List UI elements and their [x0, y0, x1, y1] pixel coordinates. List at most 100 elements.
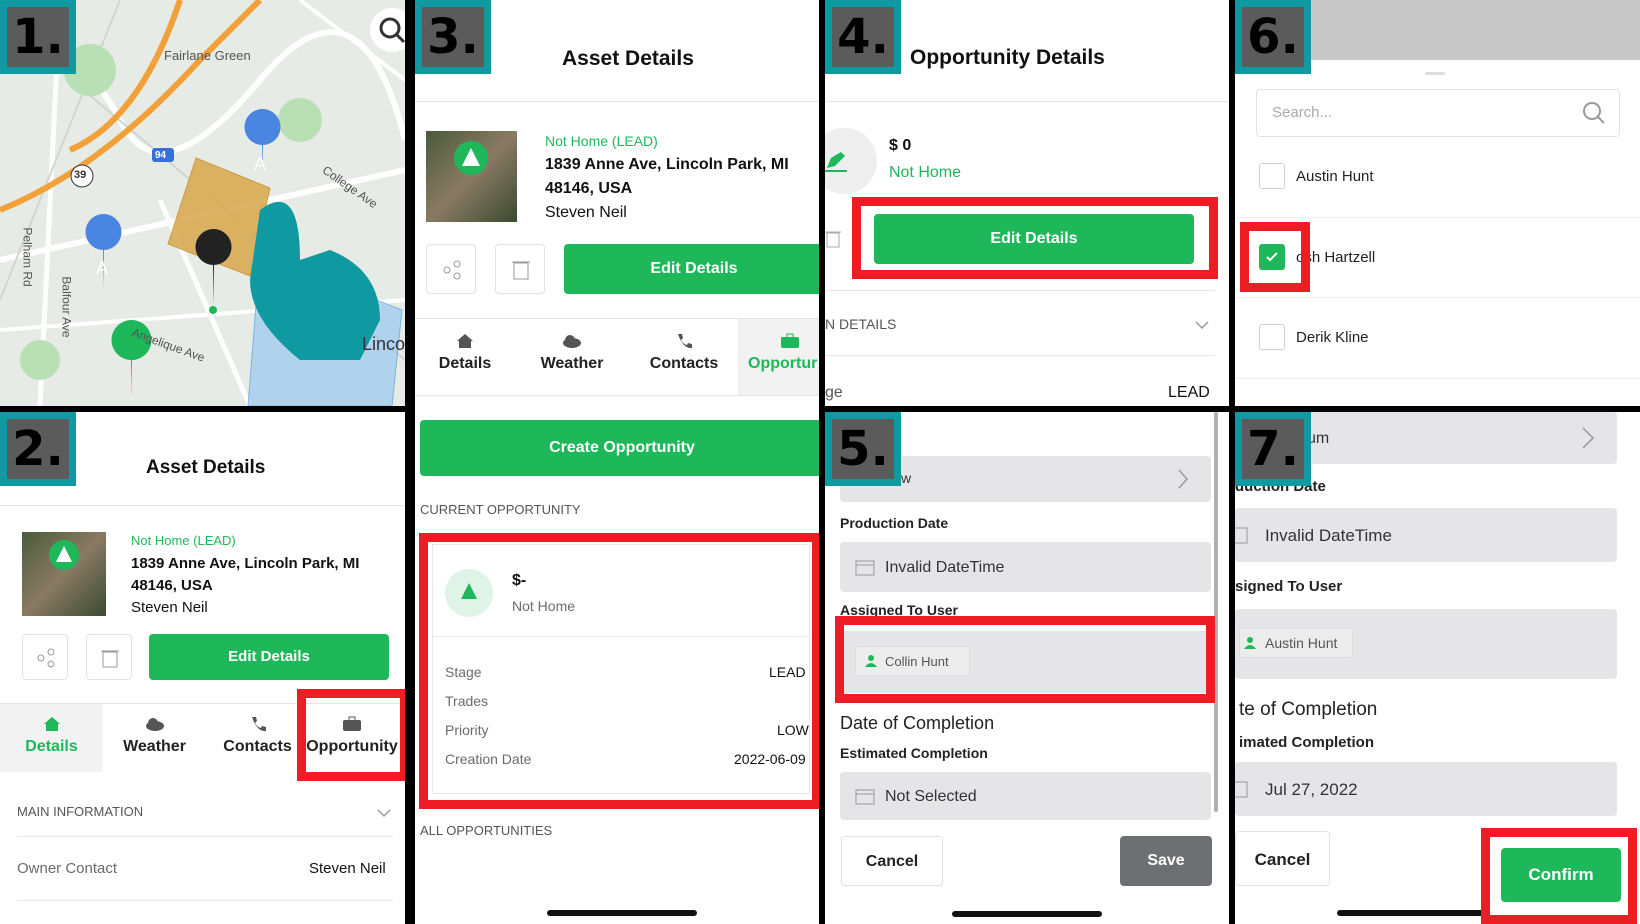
- assigned-to-user-label-partial: signed To User: [1235, 578, 1343, 595]
- cloud-icon: [145, 718, 164, 731]
- calendar-icon: [855, 560, 875, 576]
- estimated-completion-value: Jul 27, 2022: [1265, 780, 1358, 799]
- edit-icon: [825, 152, 847, 172]
- production-date-label: Production Date: [840, 515, 949, 531]
- chevron-down-icon[interactable]: [1194, 320, 1210, 330]
- tab-opportunity[interactable]: Opportur: [748, 333, 819, 373]
- page-title: Asset Details: [146, 457, 266, 478]
- highlight-assigned-user: [835, 616, 1215, 703]
- estimated-completion-label: Estimated Completion: [840, 745, 988, 761]
- create-opportunity-button[interactable]: Create Opportunity: [420, 420, 819, 476]
- chevron-down-icon[interactable]: [376, 808, 392, 818]
- edit-details-button[interactable]: Edit Details: [149, 634, 389, 680]
- address-line-1: 1839 Anne Ave, Lincoln Park, MI: [545, 156, 789, 173]
- edit-details-button[interactable]: Edit Details: [564, 244, 819, 294]
- share-icon: [37, 648, 55, 668]
- step-badge-2: 2.: [0, 412, 76, 486]
- highlight-current-opportunity: [419, 533, 819, 809]
- tab-weather[interactable]: Weather: [103, 716, 206, 756]
- checkbox-user-2[interactable]: [1259, 324, 1285, 350]
- delete-button[interactable]: [495, 244, 545, 294]
- owner-name: Steven Neil: [545, 204, 627, 221]
- panel-opportunity-details: 4. Opportunity Details $ 0 Not Home Edit…: [825, 0, 1229, 406]
- top-select-partial: w: [901, 470, 912, 486]
- user-option-2[interactable]: Derik Kline: [1296, 329, 1369, 346]
- opportunity-amount: $ 0: [889, 137, 912, 154]
- address-line-1: 1839 Anne Ave, Lincoln Park, MI: [131, 555, 360, 572]
- user-icon: [1244, 637, 1256, 649]
- all-opportunities-header: ALL OPPORTUNITIES: [420, 823, 553, 838]
- map-label-pelham: Pelham Rd: [20, 227, 35, 287]
- production-date-value: Invalid DateTime: [885, 559, 1005, 576]
- estimated-completion-value: Not Selected: [885, 788, 977, 805]
- delete-button[interactable]: [86, 634, 132, 680]
- cancel-button[interactable]: Cancel: [1235, 831, 1330, 886]
- tab-details[interactable]: Details: [415, 333, 515, 373]
- panel-user-picker: Search... Austin Hunt osh Hartzell Derik…: [1235, 0, 1640, 406]
- tab-contacts[interactable]: Contacts: [206, 716, 309, 756]
- share-button[interactable]: [22, 634, 68, 680]
- trash-icon: [101, 650, 119, 668]
- owner-name: Steven Neil: [131, 599, 208, 616]
- step-badge-4: 4.: [825, 0, 901, 74]
- sheet-handle: [1425, 72, 1445, 75]
- page-title: Opportunity Details: [910, 46, 1105, 69]
- production-date-value: Invalid DateTime: [1265, 526, 1392, 545]
- owner-contact-label: Owner Contact: [17, 860, 118, 877]
- date-of-completion-header: Date of Completion: [840, 713, 995, 733]
- panel-asset-details-3: 3. Asset Details Not Home (LEAD) 1839 An…: [415, 0, 819, 924]
- chevron-right-icon: [1178, 469, 1189, 489]
- search-icon[interactable]: [1582, 101, 1606, 125]
- stage-label-partial: ge: [825, 384, 843, 401]
- checkbox-user-0[interactable]: [1259, 163, 1285, 189]
- share-button[interactable]: [426, 244, 476, 294]
- tab-contacts[interactable]: Contacts: [634, 333, 734, 373]
- save-button[interactable]: Save: [1120, 836, 1212, 886]
- cloud-icon: [563, 335, 581, 348]
- search-placeholder: Search...: [1272, 104, 1333, 121]
- step-badge-6: 6.: [1235, 0, 1311, 74]
- step-badge-7: 7.: [1235, 412, 1311, 486]
- briefcase-icon: [781, 333, 799, 348]
- highlight-checkbox: [1240, 222, 1310, 292]
- estimated-completion-label-partial: imated Completion: [1239, 734, 1375, 751]
- tab-weather[interactable]: Weather: [522, 333, 622, 373]
- map-pin-a1: A: [254, 154, 267, 174]
- phone-icon: [678, 334, 692, 349]
- highlight-confirm: [1481, 828, 1637, 924]
- panel-asset-details-2: 2. Asset Details Not Home (LEAD) 1839 An…: [0, 412, 405, 924]
- map-label-lincoln: Linco: [362, 334, 405, 354]
- map-label-balfour: Balfour Ave: [59, 276, 74, 338]
- calendar-icon: [855, 789, 875, 805]
- date-of-completion-header-partial: te of Completion: [1239, 699, 1378, 720]
- panel-edit-form: 5. w Production Date Invalid DateTime As…: [825, 412, 1229, 924]
- calendar-icon: [1235, 527, 1248, 544]
- owner-contact-value: Steven Neil: [309, 860, 386, 877]
- share-icon: [443, 260, 461, 280]
- home-icon: [457, 334, 473, 348]
- trash-icon[interactable]: [825, 229, 841, 249]
- warning-icon: [454, 141, 488, 175]
- calendar-icon: [1235, 781, 1248, 798]
- step-badge-3: 3.: [415, 0, 491, 74]
- home-indicator: [547, 910, 697, 916]
- tab-details[interactable]: Details: [0, 716, 103, 756]
- opportunity-status: Not Home: [889, 164, 962, 181]
- warning-icon: [49, 540, 79, 570]
- panel-confirm: um duction Date Invalid DateTime signed …: [1235, 412, 1640, 924]
- chevron-right-icon: [1582, 427, 1595, 449]
- highlight-edit-details: [852, 197, 1218, 279]
- address-line-2: 48146, USA: [545, 180, 633, 197]
- section-details-header: N DETAILS: [825, 316, 897, 332]
- home-indicator: [952, 911, 1102, 917]
- lead-status: Not Home (LEAD): [545, 133, 658, 149]
- panel-map: Fairlane Green College Ave Angelique Ave…: [0, 0, 405, 406]
- address-line-2: 48146, USA: [131, 577, 213, 594]
- map-route-94: 94: [155, 150, 167, 161]
- user-option-0[interactable]: Austin Hunt: [1296, 168, 1374, 185]
- map-pin-a2: A: [96, 258, 109, 278]
- trash-icon: [512, 261, 530, 280]
- lead-status: Not Home (LEAD): [131, 533, 236, 548]
- cancel-button[interactable]: Cancel: [841, 836, 943, 886]
- page-title: Asset Details: [562, 47, 694, 70]
